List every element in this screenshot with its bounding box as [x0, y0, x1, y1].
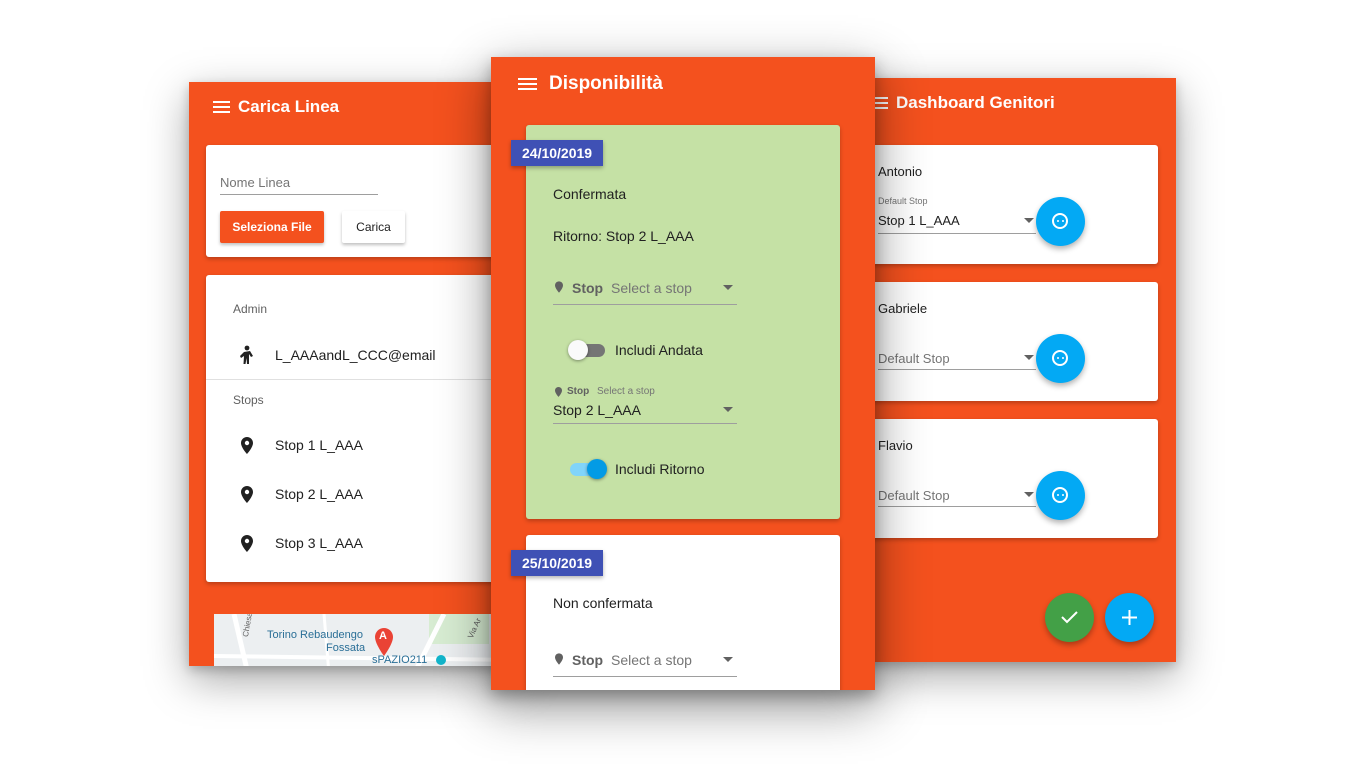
select-file-button[interactable]: Seleziona File [220, 211, 324, 243]
confirm-button[interactable] [1045, 593, 1094, 642]
includi-andata-toggle[interactable]: Includi Andata [568, 339, 730, 361]
admin-header: Admin [233, 302, 268, 316]
select-underline [878, 506, 1036, 507]
toggle-thumb [568, 340, 588, 360]
plus-icon [1122, 610, 1137, 625]
stop-field-placeholder: Select a stop [611, 280, 692, 296]
stop-field-label: Stop [572, 652, 604, 668]
line-details-card: Admin L_AAAandL_CCC@email Stops Stop 1 L… [206, 275, 519, 582]
stop-field-value: Stop 2 L_AAA [553, 402, 641, 418]
upload-card: Nome Linea Seleziona File Carica [206, 145, 519, 257]
map-marker-label: A [379, 630, 387, 642]
date-badge: 25/10/2019 [511, 550, 604, 576]
child-profile-button[interactable] [1036, 334, 1085, 383]
stop-list-item[interactable]: Stop 2 L_AAA [206, 474, 519, 514]
menu-icon[interactable] [874, 96, 888, 110]
stop-field-label: Stop [572, 280, 604, 296]
date-badge: 24/10/2019 [511, 140, 604, 166]
location-pin-icon [241, 437, 253, 454]
default-stop-select[interactable]: Stop 1 L_AAA [878, 213, 960, 228]
dropdown-caret-icon [723, 407, 733, 412]
app-bar: Carica Linea [189, 82, 519, 132]
upload-button[interactable]: Carica [342, 211, 405, 243]
select-underline [878, 369, 1036, 370]
map-poi-icon [436, 655, 446, 665]
child-card: Flavio Default Stop [868, 419, 1158, 538]
location-pin-icon [555, 281, 563, 293]
child-profile-button[interactable] [1036, 471, 1085, 520]
ritorno-summary: Ritorno: Stop 2 L_AAA [553, 228, 694, 244]
stop-name: Stop 2 L_AAA [275, 486, 363, 502]
check-icon [1061, 611, 1078, 624]
child-card: Gabriele Default Stop [868, 282, 1158, 401]
child-name: Flavio [878, 438, 913, 453]
app-bar: Dashboard Genitori [860, 78, 1176, 128]
select-underline [553, 304, 737, 305]
dropdown-caret-icon [723, 285, 733, 290]
person-icon [239, 345, 255, 370]
stop-name: Stop 1 L_AAA [275, 437, 363, 453]
page-title: Dashboard Genitori [896, 93, 1055, 112]
select-underline [553, 676, 737, 677]
location-pin-icon [555, 653, 563, 665]
child-name: Gabriele [878, 301, 928, 316]
includi-ritorno-toggle[interactable]: Includi Ritorno [570, 458, 730, 480]
map-view[interactable]: Chiesa della S Torino Rebaudengo Fossata… [214, 614, 514, 666]
child-face-icon [1052, 213, 1068, 229]
dropdown-caret-icon[interactable] [1024, 218, 1034, 223]
add-button[interactable] [1105, 593, 1154, 642]
card-status: Confermata [553, 186, 627, 202]
page-title: Carica Linea [238, 97, 340, 116]
upload-label: Carica [356, 220, 391, 234]
map-roads [214, 614, 514, 666]
card-status: Non confermata [553, 595, 653, 611]
availability-card: Confermata Ritorno: Stop 2 L_AAA Stop Se… [526, 125, 840, 519]
child-face-icon [1052, 487, 1068, 503]
location-pin-icon [241, 486, 253, 503]
stops-header: Stops [233, 393, 264, 407]
andata-stop-select[interactable]: Stop Select a stop [553, 278, 737, 306]
map-label: Torino Rebaudengo [267, 629, 364, 641]
default-stop-select[interactable]: Default Stop [878, 488, 950, 503]
default-stop-select[interactable]: Default Stop [878, 351, 950, 366]
app-bar: Disponibilità [491, 57, 875, 111]
child-face-icon [1052, 350, 1068, 366]
location-pin-icon [555, 387, 562, 397]
carica-linea-screen: Carica Linea Nome Linea Seleziona File C… [189, 82, 519, 666]
menu-icon[interactable] [518, 77, 537, 91]
nome-linea-underline [220, 194, 378, 195]
select-underline [878, 233, 1036, 234]
menu-icon[interactable] [213, 100, 230, 114]
dropdown-caret-icon[interactable] [1024, 492, 1034, 497]
stop-field-label: Stop [567, 386, 590, 397]
toggle-label: Includi Andata [615, 342, 703, 358]
child-card: Antonio Default Stop Stop 1 L_AAA [868, 145, 1158, 264]
dropdown-caret-icon[interactable] [1024, 355, 1034, 360]
divider [206, 379, 519, 380]
stop-name: Stop 3 L_AAA [275, 535, 363, 551]
select-file-label: Seleziona File [232, 220, 312, 234]
toggle-label: Includi Ritorno [615, 461, 705, 477]
ritorno-stop-select[interactable]: Stop Select a stop Stop 2 L_AAA [553, 386, 737, 426]
toggle-thumb [587, 459, 607, 479]
child-profile-button[interactable] [1036, 197, 1085, 246]
page-title: Disponibilità [549, 73, 663, 94]
location-pin-icon [241, 535, 253, 552]
stop-field-placeholder: Select a stop [597, 386, 655, 397]
stop-list-item[interactable]: Stop 1 L_AAA [206, 425, 519, 465]
disponibilita-screen: Disponibilità Confermata Ritorno: Stop 2… [491, 57, 875, 690]
map-label: Fossata [326, 642, 366, 654]
default-stop-label: Default Stop [878, 196, 928, 206]
nome-linea-input[interactable]: Nome Linea [220, 175, 290, 190]
select-underline [553, 423, 737, 424]
child-name: Antonio [878, 164, 923, 179]
admin-email: L_AAAandL_CCC@email [275, 347, 436, 363]
dashboard-genitori-screen: Dashboard Genitori Antonio Default Stop … [860, 78, 1176, 662]
dropdown-caret-icon [723, 657, 733, 662]
stop-field-placeholder: Select a stop [611, 652, 692, 668]
andata-stop-select[interactable]: Stop Select a stop [553, 650, 737, 678]
stop-list-item[interactable]: Stop 3 L_AAA [206, 523, 519, 563]
